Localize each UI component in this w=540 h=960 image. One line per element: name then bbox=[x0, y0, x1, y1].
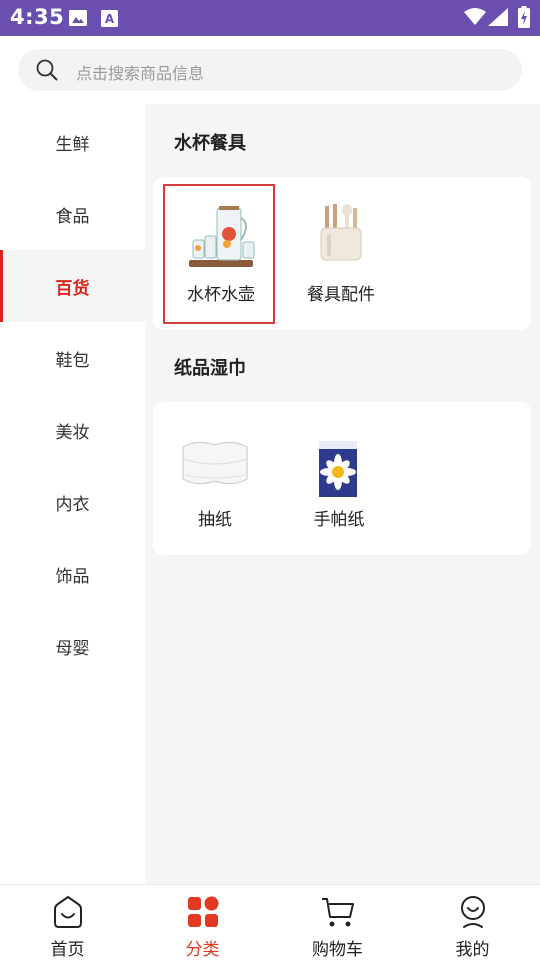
sidebar-item-label: 食品 bbox=[55, 206, 90, 227]
sidebar-item-label: 内衣 bbox=[55, 494, 90, 515]
image-notification-icon bbox=[69, 10, 87, 26]
tab-label: 分类 bbox=[185, 940, 220, 960]
tab-cart[interactable]: 购物车 bbox=[270, 885, 405, 960]
section-title-paper-wipes: 纸品湿巾 bbox=[174, 358, 246, 379]
wifi-icon bbox=[464, 8, 486, 25]
category-item-label: 餐具配件 bbox=[307, 285, 375, 305]
sidebar-item-label: 饰品 bbox=[55, 566, 90, 587]
sidebar-item-accessories[interactable]: 饰品 bbox=[0, 538, 145, 610]
bottom-tab-bar: 首页 分类 购物车 我的 bbox=[0, 884, 540, 960]
profile-icon bbox=[461, 896, 485, 928]
home-icon bbox=[54, 895, 82, 928]
category-item-label: 手帕纸 bbox=[313, 510, 365, 530]
category-item-label: 水杯水壶 bbox=[187, 285, 255, 305]
tab-profile[interactable]: 我的 bbox=[405, 885, 540, 960]
sidebar-item-fresh[interactable]: 生鲜 bbox=[0, 106, 145, 178]
svg-text:A: A bbox=[105, 12, 115, 26]
category-sidebar: 生鲜 食品 百货 鞋包 美妆 内衣 饰品 母婴 bbox=[0, 104, 145, 884]
category-item-tableware-accessories[interactable]: 餐具配件 bbox=[285, 184, 397, 324]
sidebar-item-label: 百货 bbox=[55, 278, 90, 299]
category-card-paper-wipes: 抽纸 手帕纸 bbox=[153, 402, 531, 555]
search-placeholder: 点击搜索商品信息 bbox=[76, 64, 205, 83]
sidebar-item-makeup[interactable]: 美妆 bbox=[0, 394, 145, 466]
category-icon bbox=[188, 896, 219, 927]
sidebar-item-food[interactable]: 食品 bbox=[0, 178, 145, 250]
cart-icon bbox=[322, 898, 354, 927]
sidebar-item-shoes-bags[interactable]: 鞋包 bbox=[0, 322, 145, 394]
section-title-cups-tableware: 水杯餐具 bbox=[174, 133, 246, 154]
battery-icon bbox=[518, 6, 530, 28]
category-item-cups-kettles[interactable]: 水杯水壶 bbox=[163, 184, 275, 324]
status-bar: 4:35 A bbox=[0, 0, 540, 36]
text-notification-icon: A bbox=[101, 10, 118, 27]
search-input[interactable]: 点击搜索商品信息 bbox=[18, 49, 522, 91]
tab-label: 首页 bbox=[50, 940, 85, 960]
tab-label: 我的 bbox=[455, 940, 490, 960]
water-pitcher-set-image bbox=[189, 206, 255, 267]
category-card-cups-tableware: 水杯水壶 餐具配件 bbox=[153, 177, 531, 330]
search-bar-container: 点击搜索商品信息 bbox=[0, 36, 540, 104]
category-content: 水杯餐具 水杯水壶 餐具配件 纸品湿巾 抽纸 手帕纸 bbox=[145, 104, 540, 884]
category-item-tissue[interactable]: 抽纸 bbox=[159, 409, 271, 549]
tab-label: 购物车 bbox=[312, 940, 363, 960]
sidebar-item-baby[interactable]: 母婴 bbox=[0, 610, 145, 682]
category-item-label: 抽纸 bbox=[198, 510, 232, 530]
status-time: 4:35 bbox=[10, 5, 65, 29]
sidebar-item-label: 鞋包 bbox=[55, 350, 90, 371]
sidebar-item-underwear[interactable]: 内衣 bbox=[0, 466, 145, 538]
sidebar-item-label: 母婴 bbox=[55, 638, 90, 659]
search-icon bbox=[36, 59, 58, 81]
sidebar-item-label: 美妆 bbox=[55, 422, 90, 443]
tissue-pack-image bbox=[182, 441, 248, 485]
category-item-handkerchief-paper[interactable]: 手帕纸 bbox=[283, 409, 395, 549]
sidebar-item-general-goods[interactable]: 百货 bbox=[0, 250, 145, 322]
tab-home[interactable]: 首页 bbox=[0, 885, 135, 960]
tab-category[interactable]: 分类 bbox=[135, 885, 270, 960]
utensil-holder-image bbox=[320, 204, 362, 261]
handkerchief-paper-image bbox=[319, 441, 357, 497]
signal-icon bbox=[488, 8, 508, 26]
sidebar-item-label: 生鲜 bbox=[55, 134, 90, 155]
